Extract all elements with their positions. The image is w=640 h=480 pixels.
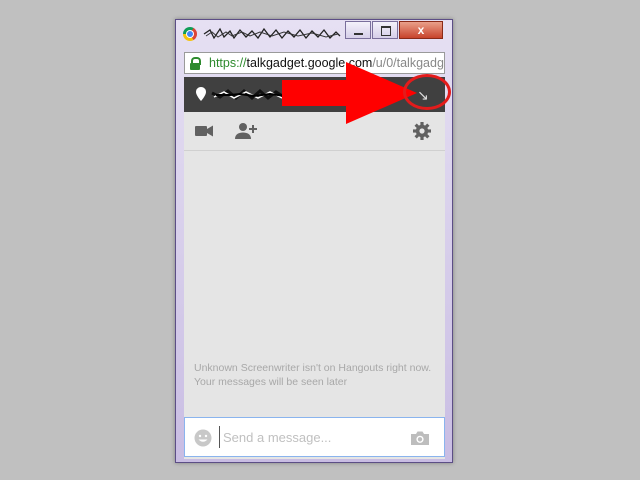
annotation-circle: [403, 74, 451, 110]
maximize-button[interactable]: [372, 21, 398, 39]
window-controls: x: [345, 21, 444, 41]
message-composer: [184, 417, 445, 457]
maximize-icon: [381, 26, 391, 36]
video-call-icon[interactable]: [194, 120, 214, 142]
chrome-logo-icon: [183, 27, 197, 41]
hangouts-chat-panel: ↘ Unknown Screenwriter isn't on Hangouts…: [184, 77, 445, 459]
emoji-icon[interactable]: [194, 429, 212, 447]
secure-lock-icon: [190, 57, 201, 70]
close-button[interactable]: x: [399, 21, 443, 39]
title-redaction-scribble: [203, 27, 341, 40]
offline-status-message: Unknown Screenwriter isn't on Hangouts r…: [194, 362, 432, 388]
add-person-icon[interactable]: [234, 120, 258, 142]
window-titlebar[interactable]: x: [176, 20, 452, 48]
minimize-button[interactable]: [345, 21, 371, 39]
annotation-arrow: [282, 62, 417, 124]
minimize-icon: [354, 33, 363, 35]
contact-name-redaction-scribble: [211, 89, 289, 100]
camera-icon[interactable]: [410, 430, 430, 446]
url-scheme: https://: [209, 56, 247, 70]
message-input[interactable]: [219, 426, 403, 448]
close-icon: x: [417, 23, 425, 37]
hangouts-location-pin-icon: [196, 87, 206, 101]
